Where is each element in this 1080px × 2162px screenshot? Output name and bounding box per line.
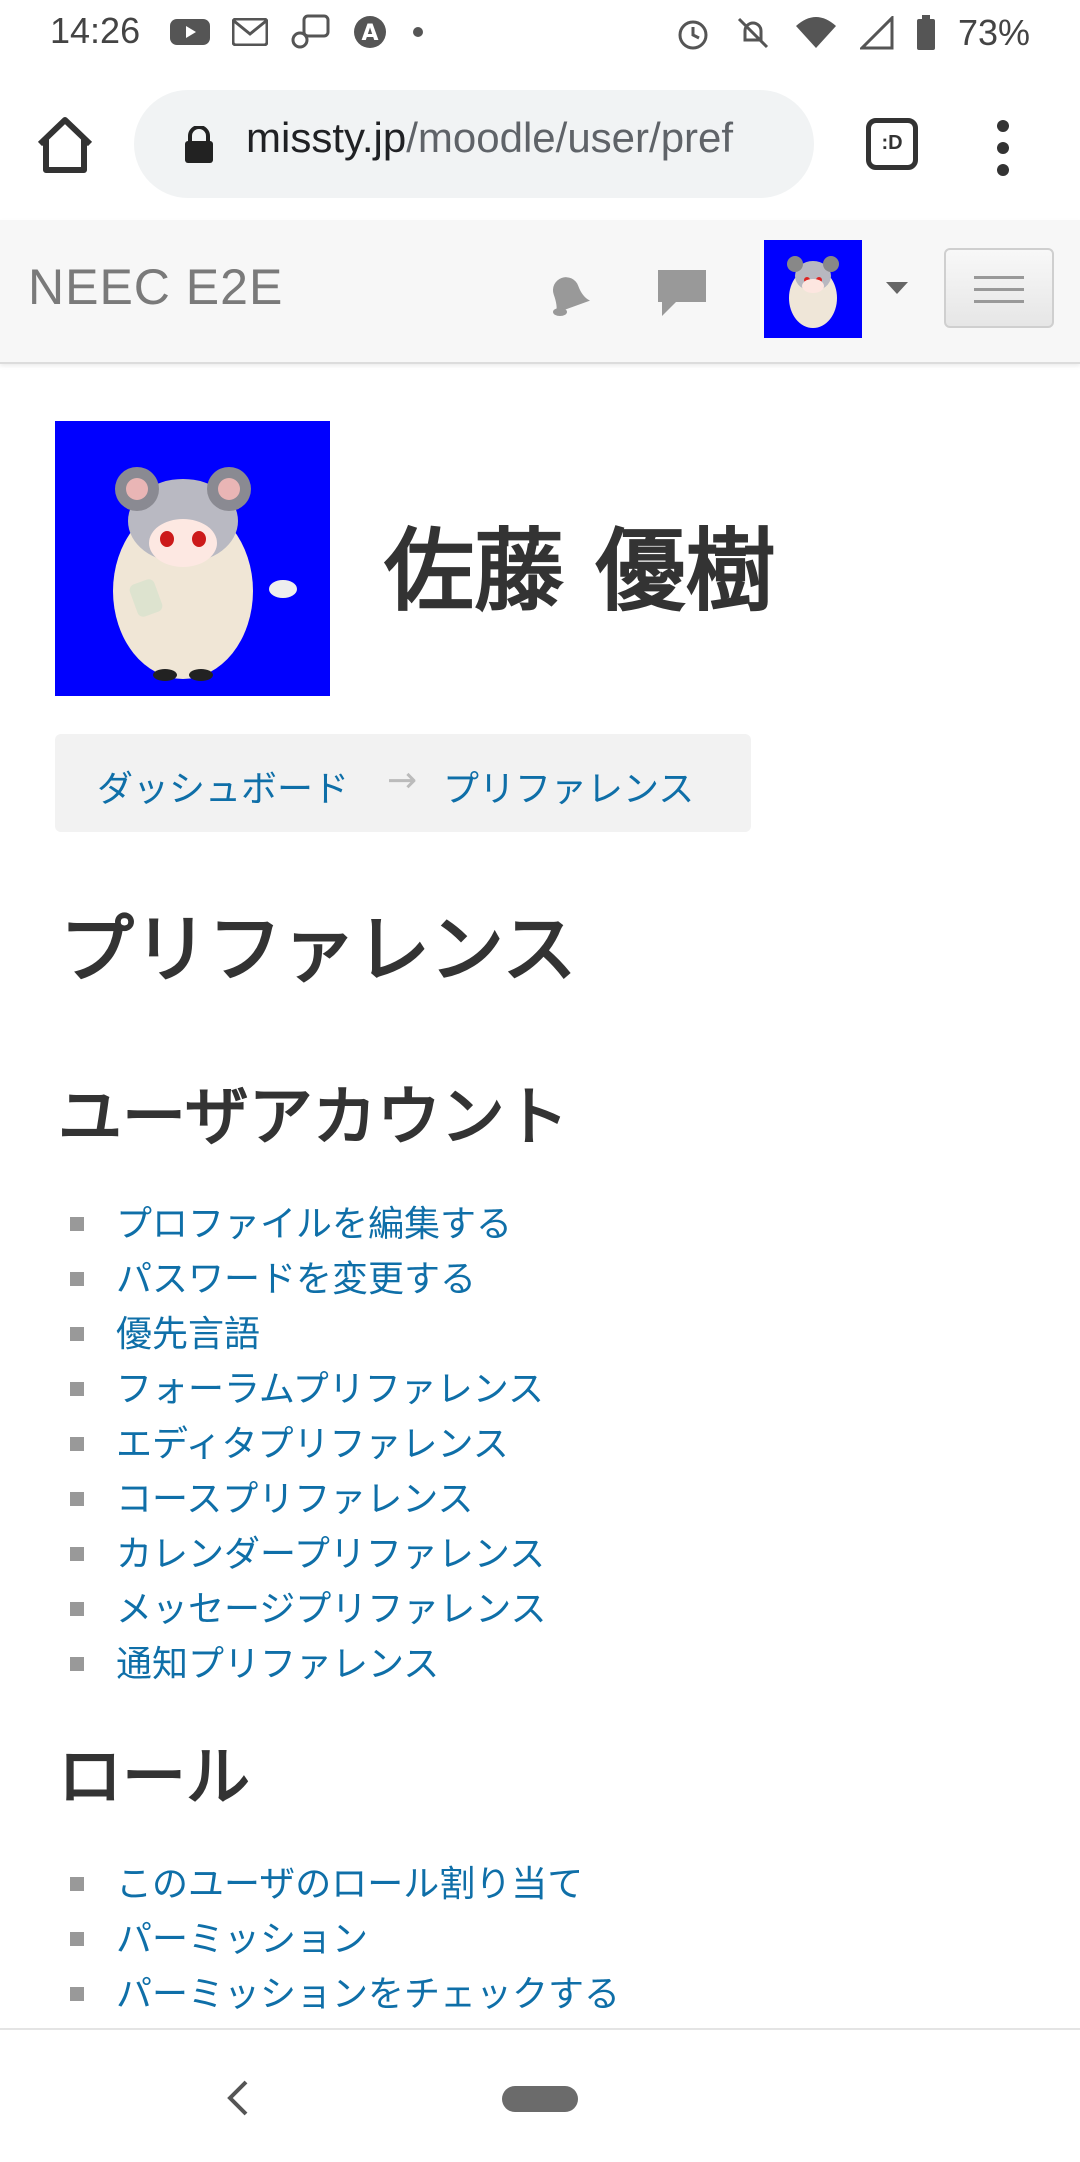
lock-icon — [185, 126, 213, 163]
system-nav-bar — [0, 2028, 1080, 2162]
list-item: エディタプリファレンス — [0, 1415, 1080, 1470]
profile-image — [113, 467, 297, 681]
notification-icons: A — [170, 14, 426, 50]
accessibility-icon: A — [354, 16, 386, 48]
bullet — [70, 1327, 84, 1341]
link-edit-profile[interactable]: プロファイルを編集する — [116, 1195, 512, 1247]
signal-icon — [859, 16, 894, 50]
tabs-button[interactable]: :D — [866, 118, 918, 170]
breadcrumb-item-preferences[interactable]: プリファレンス — [443, 760, 694, 812]
address-bar[interactable]: missty.jp/moodle/user/pref — [134, 90, 814, 198]
link-permissions[interactable]: パーミッション — [116, 1910, 368, 1962]
section-title-user-account: ユーザアカウント — [58, 1081, 569, 1155]
breadcrumb: ダッシュボード → プリファレンス — [55, 734, 751, 832]
link-calendar-preferences[interactable]: カレンダープリファレンス — [116, 1525, 545, 1577]
bullet — [70, 1272, 84, 1286]
link-preferred-language[interactable]: 優先言語 — [116, 1305, 260, 1357]
link-editor-preferences[interactable]: エディタプリファレンス — [116, 1415, 509, 1467]
podcast-icon — [291, 14, 330, 49]
bullet — [70, 1382, 84, 1396]
section-title-roles: ロール — [58, 1741, 250, 1815]
chat-icon[interactable] — [654, 266, 710, 320]
dot-icon — [413, 27, 423, 37]
breadcrumb-separator: → — [387, 760, 418, 801]
site-navbar: NEEC E2E — [0, 220, 1080, 364]
bullet — [70, 1932, 84, 1946]
mute-icon — [737, 17, 768, 49]
link-role-assignments[interactable]: このユーザのロール割り当て — [116, 1855, 583, 1907]
bullet — [70, 1657, 84, 1671]
site-brand[interactable]: NEEC E2E — [28, 258, 283, 316]
status-bar: 14:26 A 73% — [0, 0, 1080, 66]
browser-toolbar: missty.jp/moodle/user/pref :D — [0, 66, 1080, 220]
battery-icon — [916, 15, 935, 50]
avatar-image — [787, 256, 839, 328]
youtube-icon — [170, 19, 210, 45]
list-item: パーミッション — [0, 1910, 1080, 1965]
bullet — [70, 1217, 84, 1231]
gmail-icon — [232, 18, 268, 46]
alarm-icon — [678, 20, 708, 50]
list-item: このユーザのロール割り当て — [0, 1855, 1080, 1910]
chevron-down-icon[interactable] — [884, 280, 910, 296]
svg-text:A: A — [361, 21, 378, 46]
list-item: カレンダープリファレンス — [0, 1525, 1080, 1580]
url-text: missty.jp/moodle/user/pref — [246, 114, 806, 162]
wifi-icon — [795, 17, 836, 48]
list-item: 通知プリファレンス — [0, 1635, 1080, 1690]
list-item: プロファイルを編集する — [0, 1195, 1080, 1250]
link-forum-preferences[interactable]: フォーラムプリファレンス — [116, 1360, 544, 1412]
bullet — [70, 1492, 84, 1506]
link-change-password[interactable]: パスワードを変更する — [116, 1250, 476, 1302]
list-item: パーミッションをチェックする — [0, 1965, 1080, 2020]
link-check-permissions[interactable]: パーミッションをチェックする — [116, 1965, 620, 2017]
bell-icon[interactable] — [538, 264, 596, 322]
bullet — [70, 1602, 84, 1616]
battery-percentage: 73% — [957, 12, 1030, 53]
home-pill[interactable] — [502, 2086, 578, 2112]
list-item: 優先言語 — [0, 1305, 1080, 1360]
url-host: missty.jp — [246, 114, 407, 161]
list-item: フォーラムプリファレンス — [0, 1360, 1080, 1415]
list-item: メッセージプリファレンス — [0, 1580, 1080, 1635]
nav-toggle-button[interactable] — [944, 248, 1054, 328]
user-avatar[interactable] — [764, 240, 862, 338]
bullet — [70, 1547, 84, 1561]
list-item: パスワードを変更する — [0, 1250, 1080, 1305]
link-course-preferences[interactable]: コースプリファレンス — [116, 1470, 473, 1522]
back-icon[interactable] — [226, 2078, 250, 2118]
list-item: コースプリファレンス — [0, 1470, 1080, 1525]
link-message-preferences[interactable]: メッセージプリファレンス — [116, 1580, 547, 1632]
breadcrumb-item-dashboard[interactable]: ダッシュボード — [97, 760, 349, 812]
url-path: /moodle/user/pref — [406, 114, 734, 161]
profile-picture — [55, 421, 330, 696]
link-notification-preferences[interactable]: 通知プリファレンス — [116, 1635, 439, 1687]
user-fullname: 佐藤 優樹 — [384, 519, 776, 624]
bullet — [70, 1437, 84, 1451]
bullet — [70, 1987, 84, 2001]
bullet — [70, 1877, 84, 1891]
page-title: プリファレンス — [60, 907, 577, 993]
status-time: 14:26 — [50, 10, 141, 51]
system-icons: 73% — [674, 12, 1030, 54]
home-icon[interactable] — [34, 114, 96, 176]
more-vert-icon[interactable] — [990, 118, 1016, 178]
